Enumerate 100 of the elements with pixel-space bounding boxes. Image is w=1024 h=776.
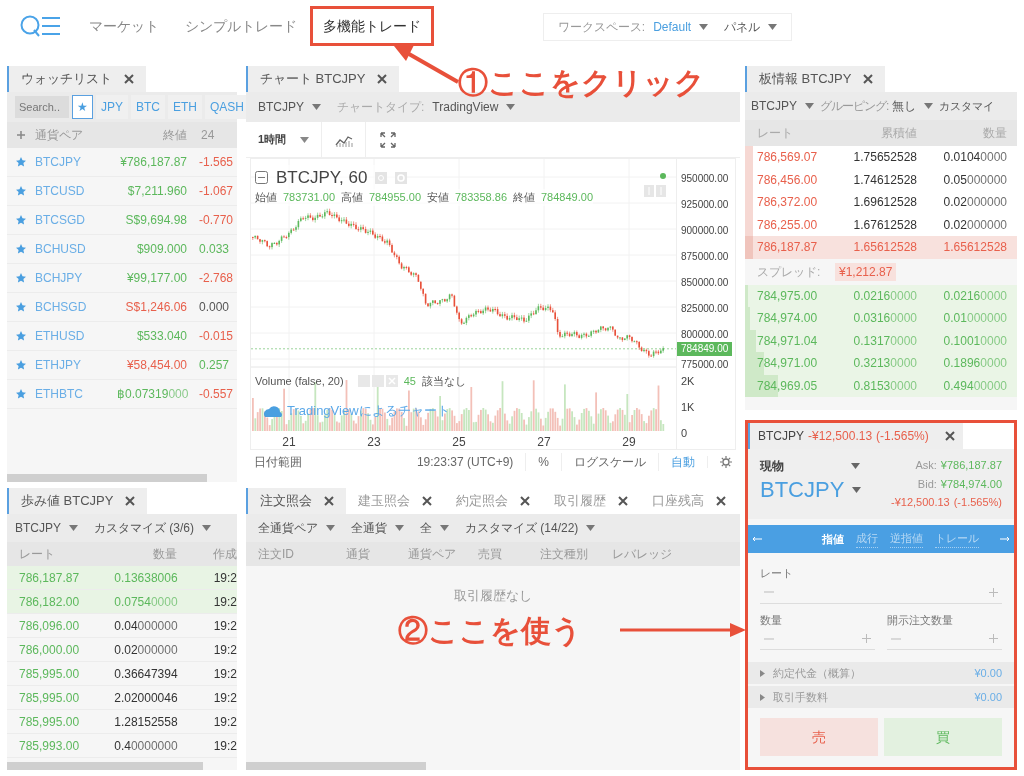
close-icon[interactable] (618, 496, 628, 506)
panel-tab[interactable]: 注文照会 (246, 488, 346, 514)
panel-tab[interactable]: ウォッチリスト (7, 66, 146, 92)
left-arrow-icon[interactable] (752, 536, 762, 542)
auto-button[interactable]: 自動 (658, 453, 707, 471)
filter-tab[interactable]: JPY (96, 95, 128, 119)
close-icon[interactable] (125, 496, 136, 506)
close-icon[interactable] (716, 496, 726, 506)
pair-link[interactable]: BCHUSD (35, 240, 117, 258)
nav-tab[interactable]: シンプルトレード (172, 6, 310, 46)
order-type-tab[interactable]: 指値 (822, 530, 844, 548)
order-book-row[interactable]: 784,971.00 0.32130000 0.18960000 (745, 352, 1017, 375)
close-icon[interactable] (324, 496, 334, 506)
order-book-row[interactable]: 786,187.87 1.65612528 1.65612528 (745, 236, 1017, 259)
pair-link[interactable]: BCHJPY (35, 269, 117, 287)
star-icon[interactable] (16, 360, 26, 370)
star-icon[interactable] (16, 389, 26, 399)
close-icon[interactable] (124, 74, 134, 84)
star-icon[interactable] (16, 157, 26, 167)
dropdown[interactable]: BTCJPY (15, 519, 78, 537)
star-icon[interactable] (16, 186, 26, 196)
account-dropdown[interactable]: 現物 (760, 457, 860, 475)
rate-cell-text: 786,372.00 (756, 194, 819, 212)
add-icon[interactable] (17, 131, 25, 139)
dropdown[interactable]: Default (653, 18, 709, 36)
time-text: 19:23:37 (UTC+9) (415, 454, 515, 471)
order-book-row[interactable]: 784,975.00 0.02160000 0.02160000 (745, 284, 1017, 307)
close-icon[interactable] (422, 496, 432, 506)
column-header: 通貨 (346, 546, 371, 563)
panel-tab[interactable]: 口座残高 (640, 488, 738, 514)
summary-row[interactable]: 約定代金（概算） ¥0.00 (748, 662, 1014, 684)
panel-tab[interactable]: 建玉照会 (346, 488, 444, 514)
dropdown[interactable]: 全 (420, 519, 449, 537)
order-book-row[interactable]: 784,969.05 0.81530000 0.49400000 (745, 374, 1017, 397)
order-book-row[interactable]: 784,974.00 0.03160000 0.01000000 (745, 307, 1017, 330)
pair-link[interactable]: BCHSGD (35, 298, 117, 316)
dropdown[interactable]: BTCJPY (258, 98, 321, 116)
close-icon[interactable] (377, 74, 388, 84)
order-book-row[interactable]: 786,569.07 1.75652528 0.01040000 (745, 146, 1017, 169)
date-range-button[interactable]: 日付範囲 (254, 453, 302, 471)
star-icon[interactable] (16, 302, 26, 312)
dropdown[interactable]: カスタマイズ (14/22) (465, 519, 596, 537)
dropdown[interactable]: TradingView (432, 98, 516, 116)
collapse-icon[interactable] (255, 171, 268, 185)
star-icon[interactable] (16, 273, 26, 283)
dropdown[interactable]: 全通貨ペア (258, 519, 335, 537)
pair-link[interactable]: BTCSGD (35, 211, 117, 229)
plus-icon[interactable] (989, 587, 998, 597)
filter-tab[interactable]: ★ (72, 95, 93, 119)
filter-tab[interactable]: ETH (168, 95, 202, 119)
pair-link[interactable]: BTCJPY (35, 153, 117, 171)
order-book-row[interactable]: 786,372.00 1.69612528 0.02000000 (745, 191, 1017, 214)
star-icon[interactable] (16, 215, 26, 225)
plus-icon[interactable] (862, 634, 871, 643)
search-field[interactable]: Search.. (15, 96, 69, 118)
customize-dropdown[interactable]: カスタマイ (939, 97, 995, 115)
star-icon[interactable] (16, 244, 26, 254)
symbol-dropdown[interactable]: BTCJPY (760, 479, 862, 501)
close-icon[interactable] (944, 431, 955, 441)
sell-button[interactable]: 売 (760, 718, 878, 756)
scrollbar[interactable] (246, 762, 426, 770)
order-book-row[interactable]: 786,456.00 1.74612528 0.05000000 (745, 168, 1017, 191)
logo-icon[interactable] (20, 14, 62, 38)
buy-button[interactable]: 買 (884, 718, 1002, 756)
attribution-link[interactable]: TradingViewによるチャート (287, 401, 450, 421)
close-icon[interactable] (520, 496, 530, 506)
right-arrow-icon[interactable] (1000, 536, 1010, 542)
scrollbar[interactable] (7, 474, 207, 482)
scrollbar[interactable] (7, 762, 203, 770)
pair-link[interactable]: BTCUSD (35, 182, 117, 200)
order-book-row[interactable]: 786,255.00 1.67612528 0.02000000 (745, 213, 1017, 236)
order-type-tab[interactable]: 逆指値 (890, 530, 923, 548)
nav-tab[interactable]: マーケット (76, 6, 172, 46)
panel-tab[interactable]: 約定照会 (444, 488, 542, 514)
dropdown[interactable]: 全通貨 (351, 519, 404, 537)
log-scale-button[interactable]: ログスケール (561, 453, 658, 471)
panel-tab[interactable]: 歩み値 BTCJPY (7, 488, 148, 514)
pair-link[interactable]: ETHJPY (35, 356, 117, 374)
pair-link[interactable]: ETHBTC (35, 385, 117, 403)
interval-dropdown[interactable]: 1時間 (246, 122, 322, 157)
filter-tab[interactable]: BTC (131, 95, 165, 119)
dropdown[interactable]: 無し (892, 97, 934, 115)
dropdown[interactable]: パネル (724, 18, 778, 36)
panel-tab[interactable]: BTCJPY -¥12,500.13 (-1.565%) (748, 423, 963, 449)
order-type-tab[interactable]: 成行 (856, 530, 878, 548)
percent-button[interactable]: % (525, 453, 561, 471)
nav-tab[interactable]: 多機能トレード (310, 6, 434, 46)
dropdown[interactable]: BTCJPY (751, 97, 814, 115)
pair-link[interactable]: ETHUSD (35, 327, 117, 345)
fullscreen-icon[interactable] (380, 131, 396, 148)
panel-tab[interactable]: チャート BTCJPY (246, 66, 400, 92)
plus-icon[interactable] (989, 634, 998, 643)
close-icon[interactable] (863, 74, 874, 84)
panel-tab[interactable]: 板情報 BTCJPY (745, 66, 886, 92)
summary-row[interactable]: 取引手数料 ¥0.00 (748, 686, 1014, 708)
star-icon[interactable] (16, 331, 26, 341)
panel-tab[interactable]: 取引履歴 (542, 488, 640, 514)
dropdown[interactable]: カスタマイズ (3/6) (94, 519, 212, 537)
order-type-tab[interactable]: トレール (935, 530, 979, 548)
order-book-row[interactable]: 784,971.04 0.13170000 0.10010000 (745, 329, 1017, 352)
